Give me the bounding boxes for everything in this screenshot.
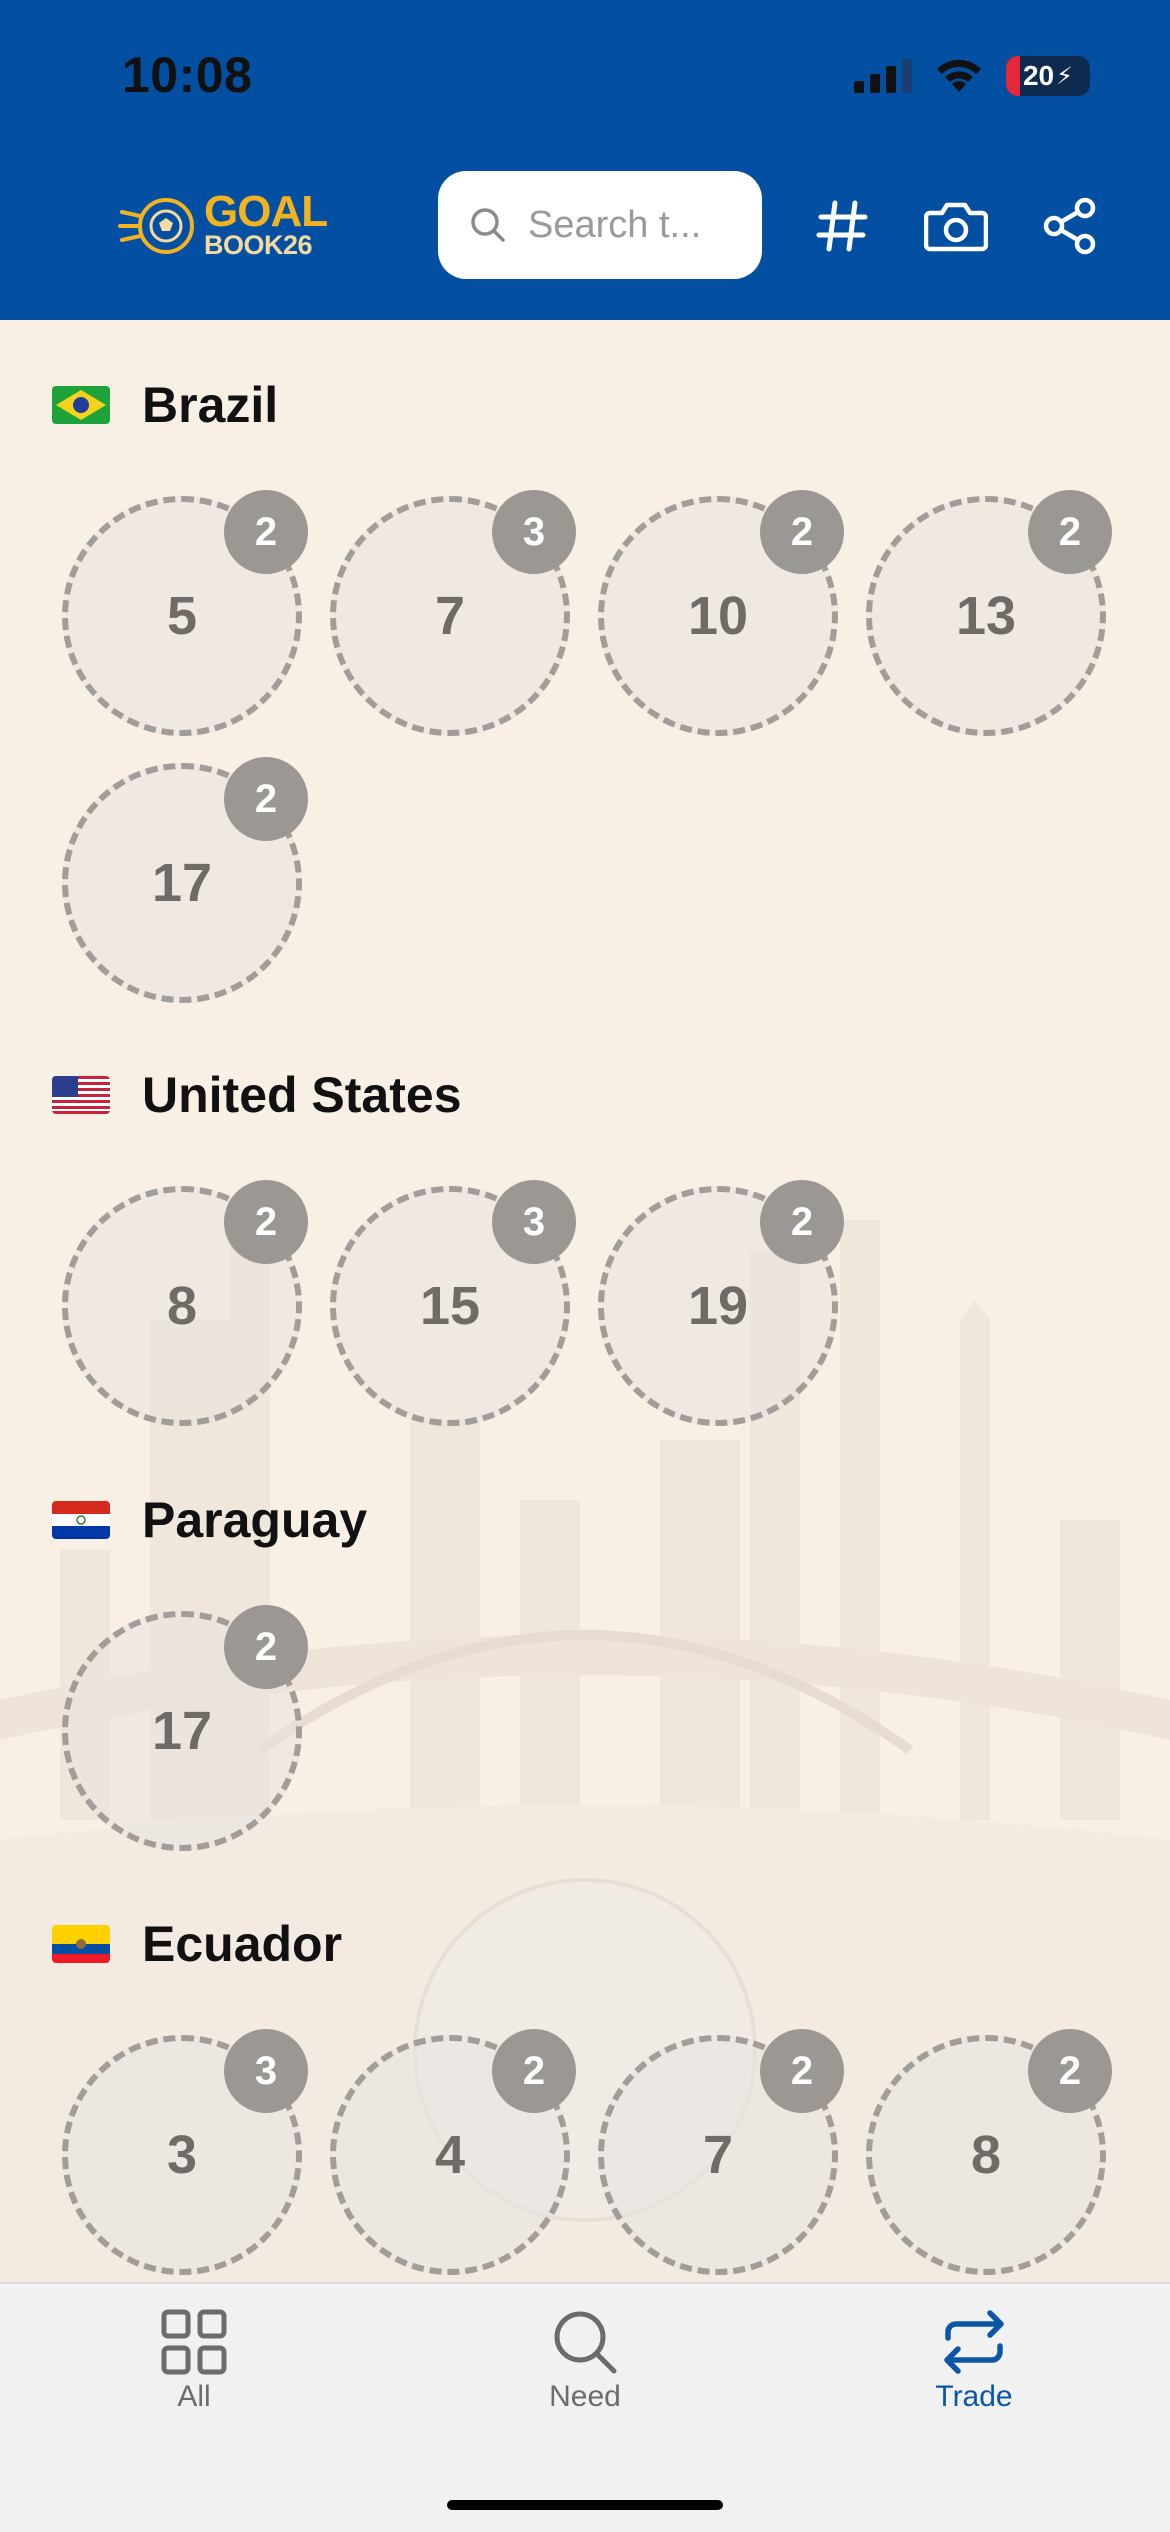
search-icon xyxy=(471,208,505,242)
tab-label: All xyxy=(177,2380,211,2413)
sticker-number: 15 xyxy=(419,1276,481,1336)
sticker-number: 17 xyxy=(151,1701,213,1761)
sticker-slot[interactable]: 3 3 xyxy=(62,2029,308,2275)
country-name: Paraguay xyxy=(142,1492,368,1548)
country-name: Ecuador xyxy=(142,1916,343,1972)
duplicate-count-badge: 2 xyxy=(1028,490,1112,574)
battery-level: 20 xyxy=(1022,60,1055,91)
sticker-number: 5 xyxy=(166,586,198,646)
brazil-flag-icon xyxy=(52,386,110,424)
soccer-ball-logo-icon xyxy=(118,198,194,254)
tab-trade[interactable]: Trade xyxy=(874,2308,1074,2414)
sticker-number: 13 xyxy=(955,586,1017,646)
sticker-number: 19 xyxy=(687,1276,749,1336)
search-icon xyxy=(554,2311,617,2374)
country-name: Brazil xyxy=(142,377,279,433)
sticker-number: 10 xyxy=(687,586,749,646)
paraguay-flag-icon xyxy=(52,1501,110,1539)
sticker-slot[interactable]: 17 2 xyxy=(62,757,308,1003)
duplicate-count-badge: 2 xyxy=(760,2029,844,2113)
sticker-slot[interactable]: 5 2 xyxy=(62,490,308,736)
status-time: 10:08 xyxy=(122,47,253,103)
hash-icon xyxy=(816,200,868,252)
duplicate-count-badge: 2 xyxy=(224,490,308,574)
sticker-slot[interactable]: 13 2 xyxy=(866,490,1112,736)
sticker-number: 8 xyxy=(970,2125,1002,2185)
bottom-tab-bar: All Need Trade xyxy=(0,2282,1170,2532)
duplicate-count-badge: 2 xyxy=(760,490,844,574)
duplicate-count-badge: 3 xyxy=(492,490,576,574)
swap-icon xyxy=(944,2310,1004,2374)
tab-label: Need xyxy=(549,2380,621,2413)
tab-all[interactable]: All xyxy=(94,2308,294,2414)
status-icons: 20 ⚡ xyxy=(854,56,1090,96)
sticker-number: 3 xyxy=(166,2125,198,2185)
grid-icon xyxy=(161,2309,227,2375)
sticker-slot[interactable]: 10 2 xyxy=(598,490,844,736)
search-input[interactable]: Search t... xyxy=(438,171,762,279)
usa-flag-icon xyxy=(52,1076,110,1114)
logo-book-text: BOOK26 xyxy=(204,230,313,261)
ecuador-flag-icon xyxy=(52,1925,110,1963)
share-button[interactable] xyxy=(1030,186,1110,266)
sticker-number: 7 xyxy=(434,586,466,646)
sticker-slot[interactable]: 4 2 xyxy=(330,2029,576,2275)
tab-need[interactable]: Need xyxy=(485,2308,685,2414)
sticker-slot[interactable]: 7 2 xyxy=(598,2029,844,2275)
sticker-number: 4 xyxy=(434,2125,466,2185)
wifi-icon xyxy=(937,59,981,92)
duplicate-count-badge: 2 xyxy=(224,1180,308,1264)
share-icon xyxy=(1043,197,1096,255)
duplicate-count-badge: 2 xyxy=(760,1180,844,1264)
home-indicator xyxy=(447,2500,723,2510)
duplicate-count-badge: 2 xyxy=(224,1605,308,1689)
sticker-slot[interactable]: 15 3 xyxy=(330,1180,576,1426)
scan-camera-button[interactable] xyxy=(916,186,996,266)
logo-goal-text: GOAL xyxy=(204,187,328,237)
app-logo: GOAL BOOK26 xyxy=(118,182,338,268)
app-header: 10:08 20 ⚡ GOAL BOOK26 Search t... xyxy=(0,0,1170,320)
duplicate-count-badge: 2 xyxy=(224,757,308,841)
duplicate-count-badge: 2 xyxy=(1028,2029,1112,2113)
number-entry-button[interactable] xyxy=(802,186,882,266)
sticker-slot[interactable]: 19 2 xyxy=(598,1180,844,1426)
battery-icon: 20 ⚡ xyxy=(1006,56,1090,96)
trade-list[interactable]: Brazil 5 2 7 3 10 2 13 2 17 2 United Sta… xyxy=(0,320,1170,2282)
duplicate-count-badge: 2 xyxy=(492,2029,576,2113)
country-name: United States xyxy=(142,1067,462,1123)
sticker-number: 7 xyxy=(702,2125,734,2185)
duplicate-count-badge: 3 xyxy=(492,1180,576,1264)
cellular-signal-icon xyxy=(854,59,912,93)
camera-icon xyxy=(924,202,988,252)
sticker-slot[interactable]: 17 2 xyxy=(62,1605,308,1851)
sticker-slot[interactable]: 8 2 xyxy=(62,1180,308,1426)
search-placeholder: Search t... xyxy=(528,203,702,246)
sticker-number: 8 xyxy=(166,1276,198,1336)
sticker-number: 17 xyxy=(151,853,213,913)
sticker-slot[interactable]: 7 3 xyxy=(330,490,576,736)
duplicate-count-badge: 3 xyxy=(224,2029,308,2113)
sticker-slot[interactable]: 8 2 xyxy=(866,2029,1112,2275)
tab-label: Trade xyxy=(935,2380,1013,2413)
